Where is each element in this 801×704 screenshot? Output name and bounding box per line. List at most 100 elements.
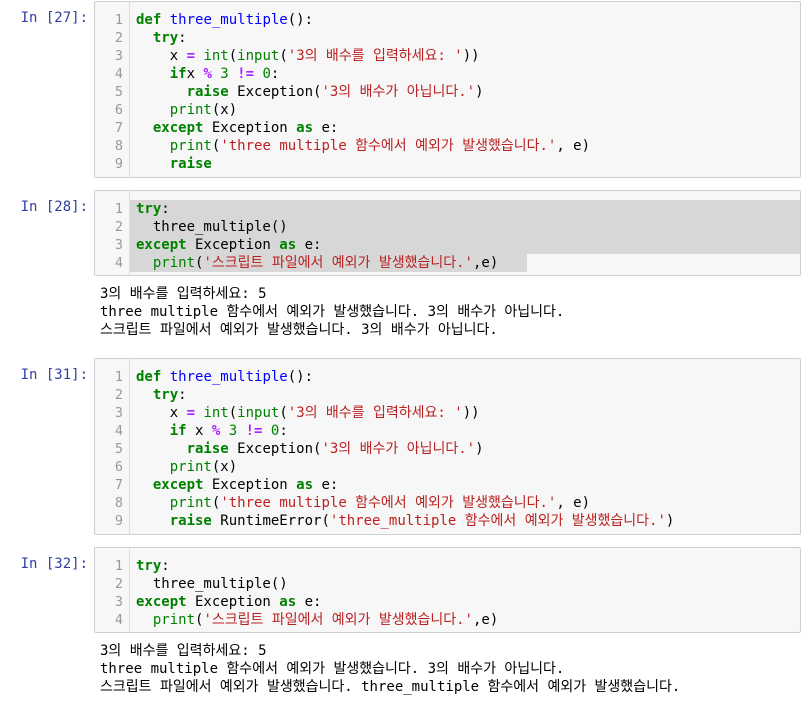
code-token: try <box>136 201 162 217</box>
code-lines[interactable]: 1 try: 2 three_multiple() 3 except Exception… <box>95 200 800 272</box>
code-line[interactable]: 1 def three_multiple(): <box>95 11 800 29</box>
code-token: three_multiple <box>169 369 288 385</box>
output-line: three multiple 함수에서 예외가 발생했습니다. 3의 배수가 아… <box>100 304 565 320</box>
code-token: : <box>161 558 170 574</box>
code-token: 3 <box>211 66 238 82</box>
code-token: 'three multiple 함수에서 예외가 발생했습니다.' <box>220 495 557 511</box>
cell-prompt: In [31]: <box>20 367 88 383</box>
code-lines[interactable]: 1 def three_multiple(): 2 try: 3 x = int(in… <box>95 11 800 173</box>
code-token: Exception( <box>228 84 322 100</box>
code-line[interactable]: 2 three_multiple() <box>95 218 800 236</box>
line-number: 5 <box>114 441 123 457</box>
code-line[interactable]: 4 print('스크립트 파일에서 예외가 발생했습니다.',e) <box>95 611 800 629</box>
code-token: print <box>169 459 212 475</box>
code-text: raise Exception('3의 배수가 아닙니다.') <box>136 83 484 101</box>
code-line[interactable]: 6 print(x) <box>95 458 800 476</box>
code-line[interactable]: 8 print('three multiple 함수에서 예외가 발생했습니다.… <box>95 137 800 155</box>
code-text: print(x) <box>136 458 237 476</box>
code-token: '스크립트 파일에서 예외가 발생했습니다.' <box>203 612 473 628</box>
code-lines[interactable]: 1 def three_multiple(): 2 try: 3 x = int(in… <box>95 368 800 530</box>
code-editor[interactable]: 1 def three_multiple(): 2 try: 3 x = int(in… <box>94 358 801 535</box>
code-text: def three_multiple(): <box>136 11 313 29</box>
code-token: 3 <box>220 423 246 439</box>
output-line: 3의 배수를 입력하세요: 5 <box>100 643 267 659</box>
line-number: 3 <box>114 237 123 253</box>
output-line: three multiple 함수에서 예외가 발생했습니다. 3의 배수가 아… <box>100 661 565 677</box>
code-line[interactable]: 9 raise RuntimeError('three_multiple 함수에… <box>95 512 800 530</box>
code-line[interactable]: 4 ifx % 3 != 0: <box>95 65 800 83</box>
code-text: print('three multiple 함수에서 예외가 발생했습니다.',… <box>136 137 590 155</box>
code-line[interactable]: 9 raise <box>95 155 800 173</box>
code-token: , e) <box>556 495 591 511</box>
code-token: '3의 배수가 아닙니다.' <box>321 84 476 100</box>
cell-output: 3의 배수를 입력하세요: 5 three multiple 함수에서 예외가 발… <box>100 285 801 339</box>
code-line[interactable]: 2 try: <box>95 386 800 404</box>
code-token: Exception <box>186 594 280 610</box>
code-text: print('스크립트 파일에서 예외가 발생했습니다.',e) <box>136 254 498 272</box>
code-line[interactable]: 3 x = int(input('3의 배수를 입력하세요: ')) <box>95 47 800 65</box>
code-token: input <box>237 405 280 421</box>
code-line[interactable]: 3 x = int(input('3의 배수를 입력하세요: ')) <box>95 404 800 422</box>
code-token: = <box>186 48 196 64</box>
code-text: raise <box>136 155 212 173</box>
code-editor[interactable]: 1 try: 2 three_multiple() 3 except Exception… <box>94 190 801 276</box>
line-number: 5 <box>114 84 123 100</box>
code-token: ) <box>475 84 484 100</box>
code-line[interactable]: 3 except Exception as e: <box>95 236 800 254</box>
line-number: 6 <box>114 102 123 118</box>
code-token: print <box>169 495 212 511</box>
code-line[interactable]: 1 def three_multiple(): <box>95 368 800 386</box>
line-number: 7 <box>114 477 123 493</box>
code-token: : <box>178 30 187 46</box>
code-token: 'three multiple 함수에서 예외가 발생했습니다.' <box>220 138 557 154</box>
cell-prompt: In [28]: <box>20 199 88 215</box>
code-editor[interactable]: 1 try: 2 three_multiple() 3 except Exception… <box>94 547 801 633</box>
line-number: 2 <box>114 387 123 403</box>
code-token: ( <box>228 48 238 64</box>
code-text: print('three multiple 함수에서 예외가 발생했습니다.',… <box>136 494 590 512</box>
code-token: input <box>237 48 280 64</box>
code-editor[interactable]: 1 def three_multiple(): 2 try: 3 x = int(in… <box>94 1 801 178</box>
line-number: 1 <box>114 558 123 574</box>
code-token: print <box>152 255 196 271</box>
code-line[interactable]: 1 try: <box>95 557 800 575</box>
line-number: 1 <box>114 12 123 28</box>
code-line[interactable]: 7 except Exception as e: <box>95 119 800 137</box>
code-line[interactable]: 3 except Exception as e: <box>95 593 800 611</box>
code-token: print <box>169 138 212 154</box>
code-line[interactable]: 8 print('three multiple 함수에서 예외가 발생했습니다.… <box>95 494 800 512</box>
code-token: as <box>279 594 297 610</box>
code-line[interactable]: 4 if x % 3 != 0: <box>95 422 800 440</box>
code-token: try <box>152 30 179 46</box>
code-line[interactable]: 5 raise Exception('3의 배수가 아닙니다.') <box>95 83 800 101</box>
code-lines[interactable]: 1 try: 2 three_multiple() 3 except Exception… <box>95 557 800 629</box>
code-line[interactable]: 6 print(x) <box>95 101 800 119</box>
code-line[interactable]: 1 try: <box>95 200 800 218</box>
line-number: 4 <box>114 612 123 628</box>
line-number: 9 <box>114 513 123 529</box>
code-line[interactable]: 7 except Exception as e: <box>95 476 800 494</box>
code-line[interactable]: 4 print('스크립트 파일에서 예외가 발생했습니다.',e) <box>95 254 800 272</box>
code-token: if <box>169 423 187 439</box>
line-number: 1 <box>114 369 123 385</box>
cell-prompt: In [32]: <box>20 556 88 572</box>
code-token: ) <box>665 513 675 529</box>
code-token: except <box>136 237 187 253</box>
code-token: raise <box>186 441 229 457</box>
code-token: if <box>169 66 187 82</box>
line-number: 4 <box>114 255 123 271</box>
code-token: = <box>186 405 196 421</box>
code-line[interactable]: 2 try: <box>95 29 800 47</box>
code-line[interactable]: 2 three_multiple() <box>95 575 800 593</box>
code-token: e: <box>313 477 339 493</box>
code-line[interactable]: 5 raise Exception('3의 배수가 아닙니다.') <box>95 440 800 458</box>
code-token: print <box>152 612 196 628</box>
code-token: x <box>186 66 204 82</box>
